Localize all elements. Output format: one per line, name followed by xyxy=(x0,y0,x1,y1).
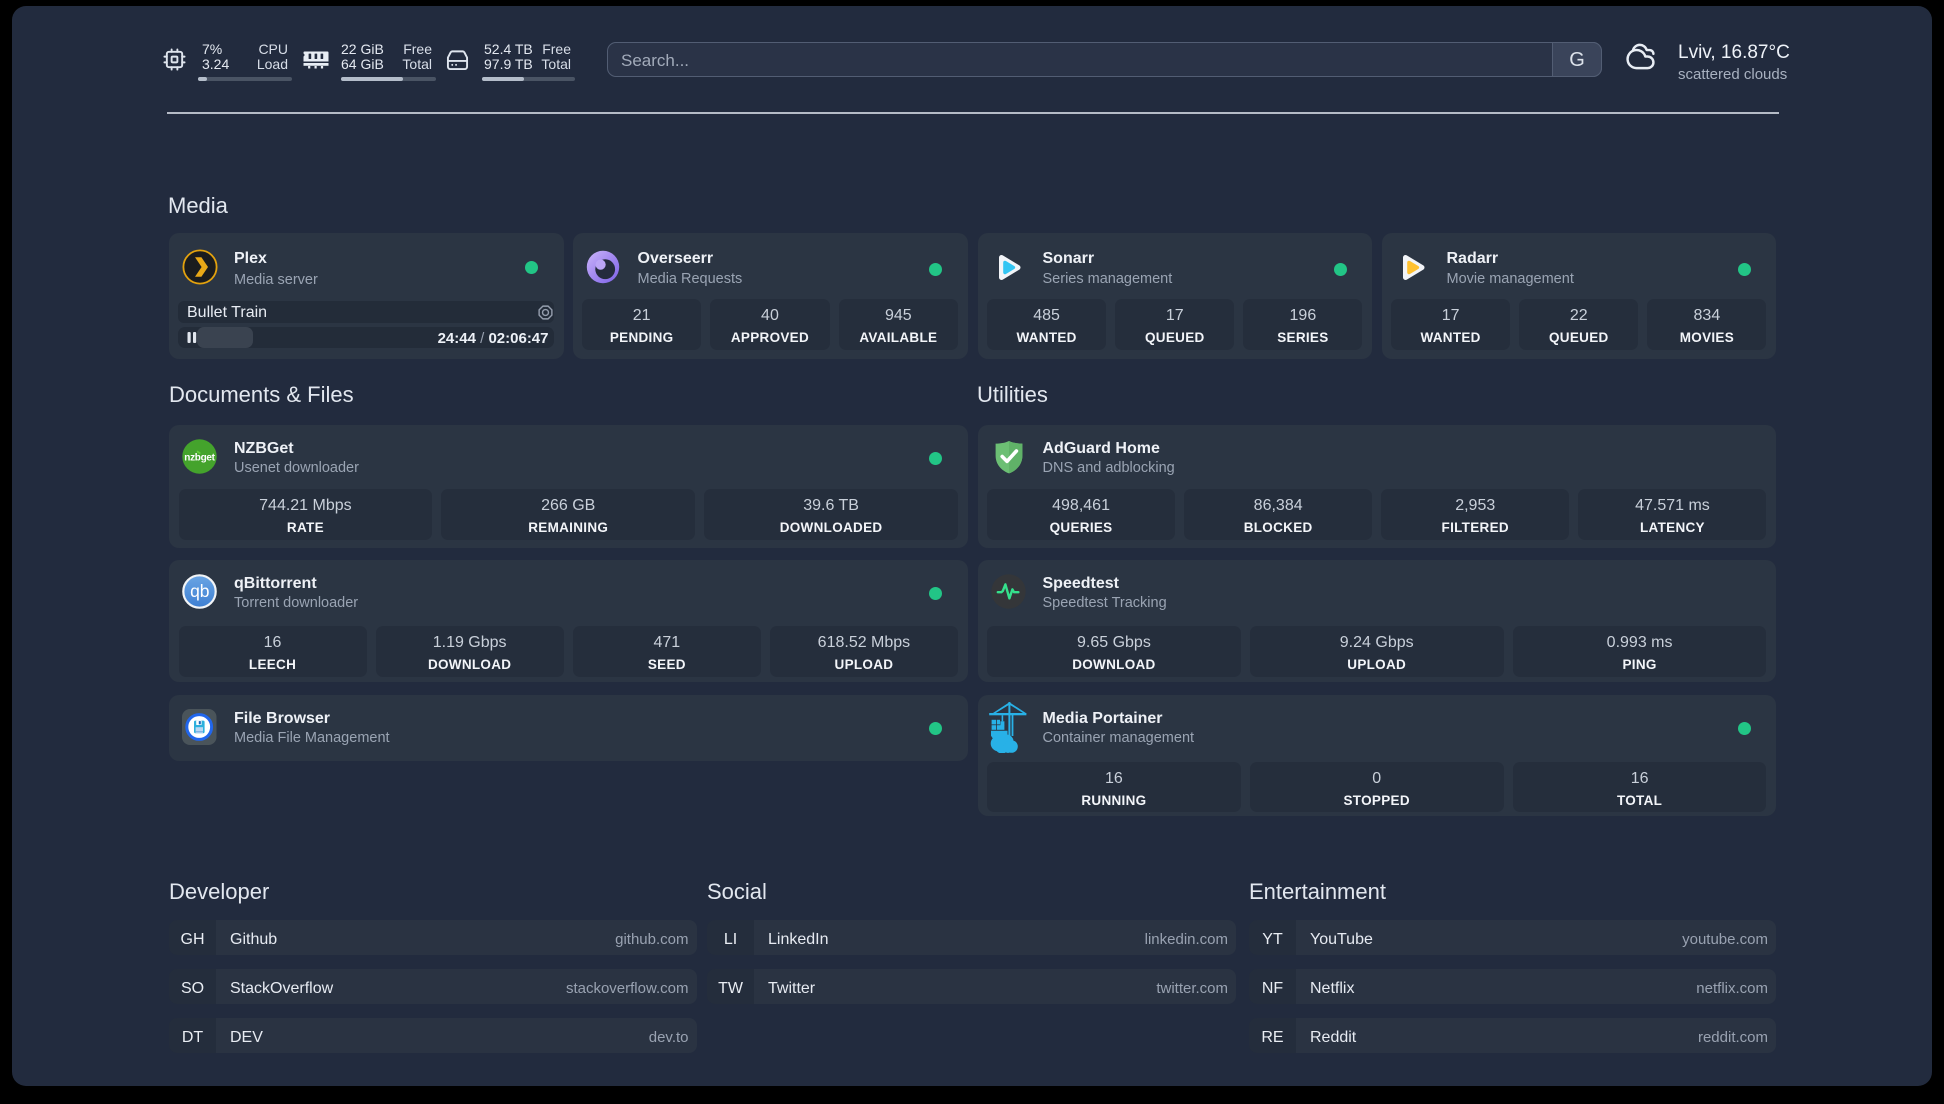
svg-text:nzbget: nzbget xyxy=(184,453,215,464)
svg-text:qb: qb xyxy=(190,581,209,601)
